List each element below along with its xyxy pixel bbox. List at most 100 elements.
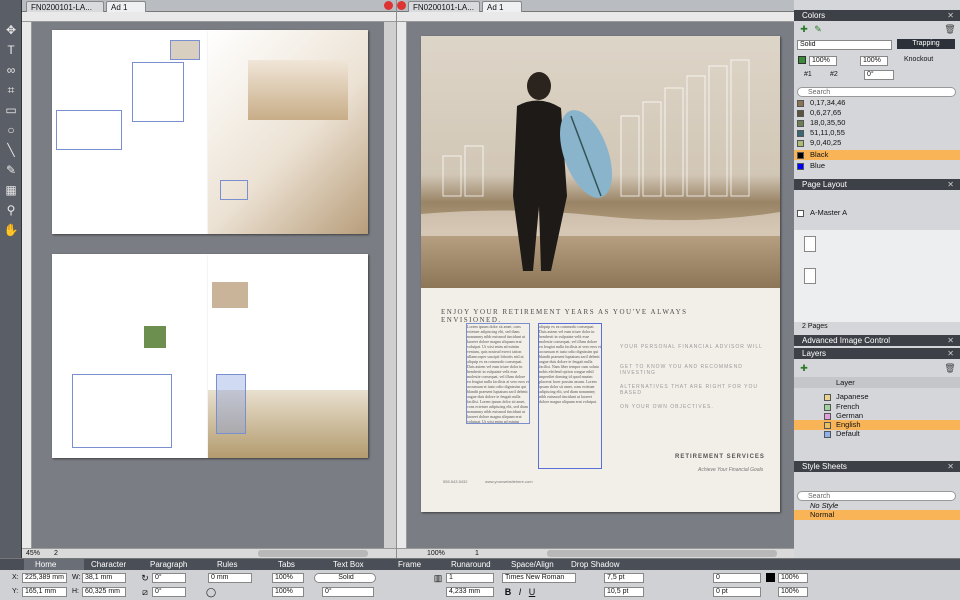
move-icon[interactable]: ✥	[3, 22, 19, 38]
hand-icon[interactable]: ✋	[3, 222, 19, 238]
close-icon[interactable]	[384, 1, 393, 10]
crop-icon[interactable]: ⌗	[3, 82, 19, 98]
tab-tabs[interactable]: Tabs	[267, 559, 295, 570]
style-sheets-header[interactable]: Style Sheets ✕	[794, 461, 960, 472]
left-horizontal-scrollbar[interactable]	[258, 550, 368, 557]
text-frame[interactable]	[220, 180, 248, 200]
delete-layer-icon[interactable]: 🗑	[944, 363, 956, 373]
tab-drop-shadow[interactable]: Drop Shadow	[560, 559, 619, 570]
text-frame[interactable]	[132, 62, 184, 122]
width-field[interactable]: 38,1 mm	[82, 573, 126, 583]
page-number[interactable]: 2	[54, 549, 58, 558]
page-layout-header[interactable]: Page Layout ✕	[794, 179, 960, 190]
style-search[interactable]: Search	[797, 491, 956, 501]
spread1-right-page[interactable]	[208, 30, 368, 234]
opacity-field-1[interactable]: 100%	[809, 56, 837, 66]
text-icon[interactable]: T	[3, 42, 19, 58]
left-doc-tab[interactable]: FN0200101-LA...	[26, 1, 104, 12]
text-frame[interactable]	[72, 374, 172, 448]
zoom-level[interactable]: 100%	[427, 549, 445, 558]
bold-icon[interactable]: B	[504, 587, 512, 597]
page-thumbnail[interactable]	[804, 236, 816, 252]
right-doc-tab[interactable]: FN0200101-LA...	[408, 1, 480, 12]
color-item[interactable]: 0,6,27,65	[794, 108, 960, 118]
font-size-field[interactable]: 7,5 pt	[604, 573, 644, 583]
radio-icon[interactable]: ◯	[206, 587, 216, 597]
tab-character[interactable]: Character	[80, 559, 126, 570]
line-style-select[interactable]: Solid	[314, 573, 376, 583]
trapping-button[interactable]: Trapping	[897, 39, 955, 49]
tab-frame[interactable]: Frame	[387, 559, 421, 570]
rectangle-icon[interactable]: ▭	[3, 102, 19, 118]
master-page-item[interactable]: A-Master A	[794, 208, 960, 218]
y-position-field[interactable]: 165,1 mm	[22, 587, 67, 597]
colors-header[interactable]: Colors ✕	[794, 10, 960, 21]
color-item[interactable]: Blue	[794, 161, 960, 171]
spread2-right-page[interactable]	[208, 254, 368, 458]
new-color-icon[interactable]: ✚	[798, 24, 810, 34]
tracking-field[interactable]: 0	[713, 573, 761, 583]
shade-field-2[interactable]: 100%	[272, 587, 304, 597]
tab-home[interactable]: Home	[24, 559, 84, 570]
layers-header[interactable]: Layers ✕	[794, 348, 960, 359]
x-position-field[interactable]: 225,389 mm	[22, 573, 67, 583]
left-layout-tab[interactable]: Ad 1	[106, 1, 146, 12]
zoom-icon[interactable]: ⚲	[3, 202, 19, 218]
tab-rules[interactable]: Rules	[206, 559, 237, 570]
table-icon[interactable]: ▦	[3, 182, 19, 198]
pen-icon[interactable]: ✎	[3, 162, 19, 178]
underline-icon[interactable]: U	[528, 587, 536, 597]
skew-field[interactable]: 0°	[152, 587, 186, 597]
italic-icon[interactable]: I	[516, 587, 524, 597]
text-frame[interactable]	[56, 110, 122, 150]
frame-width-field[interactable]: 0 mm	[208, 573, 252, 583]
text-color-swatch[interactable]	[766, 573, 775, 582]
close-icon[interactable]	[397, 1, 406, 10]
ad-page[interactable]: ENJOY YOUR RETIREMENT YEARS AS YOU'VE AL…	[421, 36, 780, 512]
color-item[interactable]: 0,17,34,46	[794, 98, 960, 108]
zoom-level[interactable]: 45%	[26, 549, 40, 558]
frame-angle-field[interactable]: 0°	[322, 587, 374, 597]
angle-field[interactable]: 0°	[152, 573, 186, 583]
fill-swatch[interactable]	[798, 56, 806, 64]
body-text-col1[interactable]: Lorem ipsum dolor sit amet, cons ectetue…	[466, 323, 530, 424]
body-text-col2[interactable]: aliquip ex ea commodo consequat. Duis au…	[538, 323, 602, 469]
edit-color-icon[interactable]: ✎	[812, 24, 824, 34]
leading-field[interactable]: 10,5 pt	[604, 587, 644, 597]
page-thumbnail[interactable]	[804, 268, 816, 284]
spread1-left-page[interactable]	[52, 30, 208, 234]
gradient-mode-1[interactable]: #1	[804, 70, 812, 80]
right-layout-tab[interactable]: Ad 1	[482, 1, 522, 12]
font-select[interactable]: Times New Roman	[502, 573, 576, 583]
text-shade-field[interactable]: 100%	[778, 573, 808, 583]
height-field[interactable]: 60,325 mm	[82, 587, 126, 597]
right-horizontal-scrollbar[interactable]	[547, 550, 777, 557]
selected-frame[interactable]	[216, 374, 246, 434]
page-number[interactable]: 1	[475, 549, 479, 558]
link-icon[interactable]: ∞	[3, 62, 19, 78]
layer-item[interactable]: Default	[794, 429, 960, 439]
new-layer-icon[interactable]: ✚	[798, 363, 810, 373]
color-item[interactable]: 9,0,40,25	[794, 138, 960, 148]
line-icon[interactable]: ╲	[3, 142, 19, 158]
angle-field[interactable]: 0°	[864, 70, 894, 80]
delete-color-icon[interactable]: 🗑	[944, 24, 956, 34]
image-control-header[interactable]: Advanced Image Control ✕	[794, 335, 960, 346]
colors-search[interactable]: Search	[797, 87, 956, 97]
image-frame[interactable]	[170, 40, 200, 60]
style-item[interactable]: Normal	[794, 510, 960, 520]
tab-text-box[interactable]: Text Box	[322, 559, 364, 570]
left-vertical-scrollbar[interactable]	[384, 22, 396, 548]
spread2-left-page[interactable]	[52, 254, 208, 458]
gradient-mode-2[interactable]: #2	[830, 70, 838, 80]
columns-field[interactable]: 1	[446, 573, 494, 583]
text-opacity-field[interactable]: 100%	[778, 587, 808, 597]
layer-item[interactable]: Japanese	[794, 392, 960, 402]
color-mode-select[interactable]: Solid	[797, 40, 892, 50]
opacity-field-2[interactable]: 100%	[860, 56, 888, 66]
tab-paragraph[interactable]: Paragraph	[139, 559, 187, 570]
gutter-field[interactable]: 4,233 mm	[446, 587, 494, 597]
oval-icon[interactable]: ○	[3, 122, 19, 138]
color-item[interactable]: 18,0,35,50	[794, 118, 960, 128]
shade-field-1[interactable]: 100%	[272, 573, 304, 583]
